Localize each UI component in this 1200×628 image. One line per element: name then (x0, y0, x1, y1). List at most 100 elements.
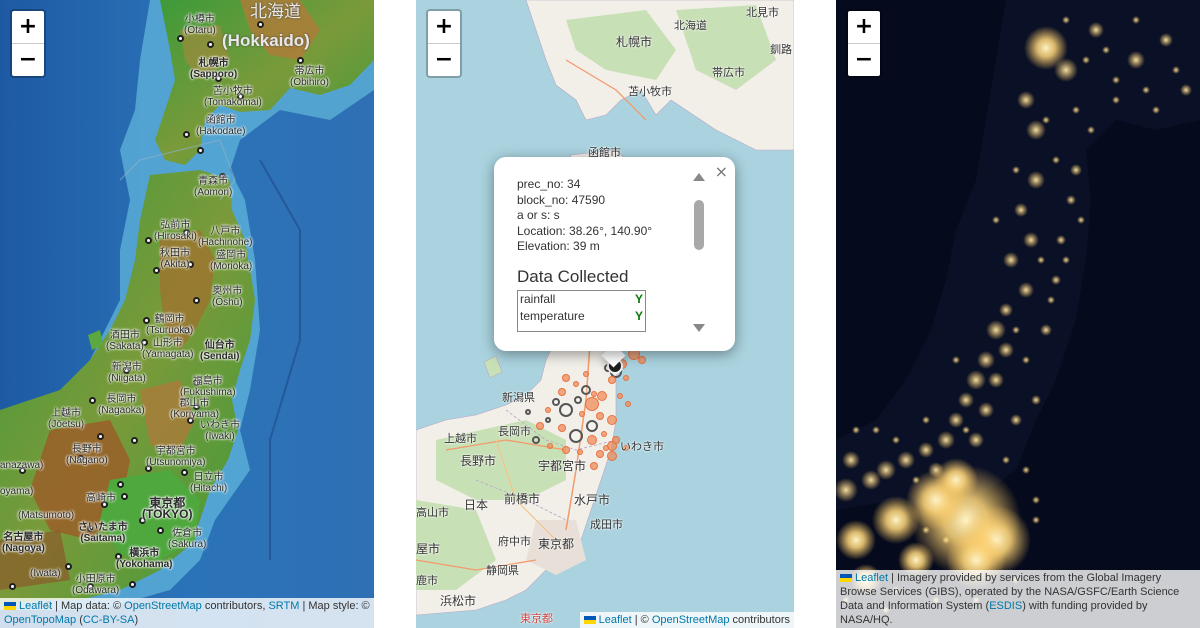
city-marker (145, 237, 152, 244)
weather-station-marker[interactable] (547, 443, 553, 449)
weather-station-marker[interactable] (562, 446, 570, 454)
scroll-up-icon[interactable] (693, 173, 705, 181)
night-lights-map-panel[interactable]: + − Leaflet | Imagery provided by servic… (836, 0, 1200, 628)
weather-station-marker[interactable] (583, 371, 589, 377)
weather-station-marker[interactable] (586, 420, 598, 432)
city-light (937, 431, 955, 449)
weather-station-marker[interactable] (525, 409, 531, 415)
city-light (872, 496, 920, 544)
weather-station-marker[interactable] (536, 422, 544, 430)
esdis-link[interactable]: ESDIS (989, 600, 1022, 612)
city-light (912, 476, 920, 484)
weather-station-marker[interactable] (558, 424, 566, 432)
city-light (1010, 414, 1022, 426)
weather-station-marker[interactable] (607, 451, 617, 461)
weather-station-marker[interactable] (612, 436, 620, 444)
weather-station-marker[interactable] (579, 411, 585, 417)
opentopomap-link[interactable]: OpenTopoMap (4, 614, 76, 626)
osm-link[interactable]: OpenStreetMap (124, 600, 202, 612)
weather-station-marker[interactable] (587, 435, 597, 445)
popup-content[interactable]: prec_no: 34 block_no: 47590 a or s: s Lo… (517, 177, 707, 332)
label-saitama: さいたま市 (Saitama) (78, 522, 128, 544)
weather-station-marker[interactable] (596, 450, 604, 458)
leaflet-link[interactable]: Leaflet (19, 600, 52, 612)
city-light (861, 470, 881, 490)
weather-station-marker[interactable] (608, 376, 616, 384)
city-light (1087, 126, 1095, 134)
label-ya: 屋市 (416, 542, 441, 556)
city-marker (183, 131, 190, 138)
label-hokkaido: 北海道 (674, 20, 707, 32)
city-light (1180, 84, 1192, 96)
city-marker (207, 41, 214, 48)
city-light (1032, 496, 1040, 504)
weather-station-marker[interactable] (559, 403, 573, 417)
weather-station-marker[interactable] (545, 417, 551, 423)
city-light (1066, 195, 1076, 205)
city-marker (9, 583, 16, 590)
weather-station-marker[interactable] (552, 398, 560, 406)
label-fukushima: 福島市 (Fukushima) (180, 376, 236, 398)
label-hakodate: 函館市 (Hakodate) (196, 115, 246, 137)
weather-station-marker[interactable] (573, 381, 579, 387)
osm-link[interactable]: OpenStreetMap (652, 614, 730, 626)
weather-station-marker[interactable] (625, 401, 631, 407)
weather-station-marker[interactable] (597, 391, 607, 401)
label-mito: 水戸市 (574, 493, 611, 507)
topo-map-panel[interactable]: 北海道 (Hokkaido) 小樽市 (Otaru) 札幌市 (Sapporo)… (0, 0, 374, 628)
city-marker (153, 267, 160, 274)
city-light (978, 402, 994, 418)
label-iwaki: いわき市 (Iwaki) (200, 420, 240, 442)
label-oshu: 奥州市 (Ōshū) (212, 286, 243, 308)
leaflet-link[interactable]: Leaflet (599, 614, 632, 626)
weather-station-marker[interactable] (545, 407, 551, 413)
weather-station-marker[interactable] (532, 436, 540, 444)
leaflet-link[interactable]: Leaflet (855, 572, 888, 584)
city-light (1072, 106, 1080, 114)
weather-station-marker[interactable] (581, 385, 591, 395)
label-hokkaido-jp: 北海道 (250, 2, 301, 21)
label-sendai: 仙台市 (Sendai) (200, 340, 240, 362)
city-light (1047, 296, 1055, 304)
weather-station-marker[interactable] (558, 388, 566, 396)
weather-station-marker[interactable] (577, 449, 583, 455)
weather-station-marker[interactable] (638, 356, 646, 364)
city-light (897, 451, 915, 469)
city-light (1152, 106, 1160, 114)
zoom-out-button[interactable]: − (848, 43, 880, 76)
popup-scrollbar-thumb[interactable] (694, 200, 704, 250)
weather-station-marker[interactable] (590, 462, 598, 470)
zoom-out-button[interactable]: − (428, 43, 460, 76)
osm-map-panel[interactable]: 北見市 札幌市 北海道 釧路 帯広市 苫小牧市 函館市 新潟県 上越市 長岡市 … (416, 0, 794, 628)
zoom-out-button[interactable]: − (12, 43, 44, 76)
zoom-in-button[interactable]: + (848, 11, 880, 43)
city-light (836, 520, 876, 560)
weather-station-marker[interactable] (617, 393, 623, 399)
night-lights-imagery[interactable] (836, 0, 1200, 628)
label-akita: 秋田市 (Akita) (160, 248, 190, 270)
label-hamamatsu: 浜松市 (440, 594, 477, 608)
weather-station-marker[interactable] (623, 375, 629, 381)
weather-station-marker[interactable] (562, 374, 570, 382)
popup-close-button[interactable]: × (715, 162, 728, 181)
label-sakata: 酒田市 (Sakata) (106, 330, 144, 352)
weather-station-marker[interactable] (603, 445, 609, 451)
weather-station-marker[interactable] (596, 412, 604, 420)
srtm-link[interactable]: SRTM (268, 600, 299, 612)
weather-station-marker[interactable] (601, 431, 607, 437)
zoom-in-button[interactable]: + (12, 11, 44, 43)
label-toyama: oyama) (0, 486, 34, 497)
label-tsuruoka: 鶴岡市 (Tsuruoka) (146, 314, 194, 336)
city-marker (97, 433, 104, 440)
weather-station-marker[interactable] (574, 396, 582, 404)
label-hitachi: 日立市 (Hitachi) (190, 472, 228, 494)
weather-station-marker[interactable] (607, 415, 617, 425)
ukraine-flag-icon (4, 602, 16, 610)
weather-station-marker[interactable] (585, 397, 599, 411)
license-link[interactable]: CC-BY-SA (83, 614, 135, 626)
zoom-in-button[interactable]: + (428, 11, 460, 43)
row-label: rainfall (520, 292, 556, 306)
scroll-down-icon[interactable] (693, 324, 705, 332)
weather-station-marker[interactable] (569, 429, 583, 443)
block-no: block_no: 47590 (517, 192, 606, 207)
